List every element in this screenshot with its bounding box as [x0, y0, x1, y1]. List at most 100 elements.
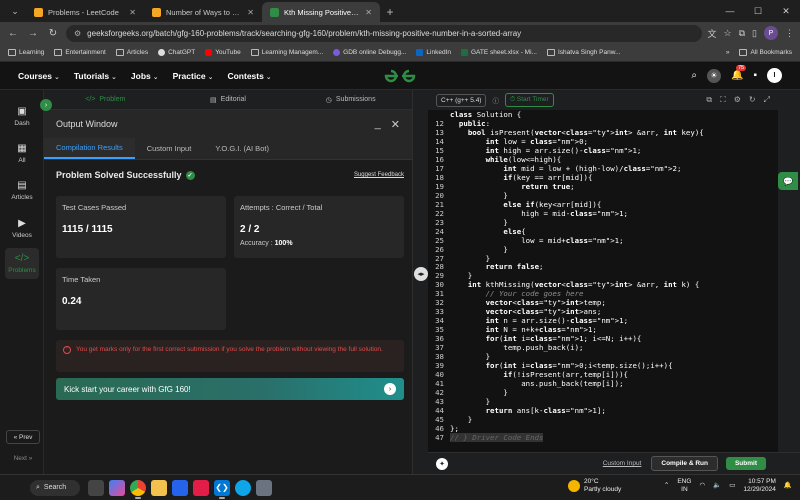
tab-problem[interactable]: </> Problem — [44, 96, 167, 103]
code-line[interactable]: return false; — [450, 262, 776, 271]
bookmark-chatgpt[interactable]: ChatGPT — [158, 49, 195, 56]
battery-icon[interactable]: ▭ — [729, 482, 735, 490]
nav-practice[interactable]: Practice — [173, 71, 214, 81]
gfg160-promo-banner[interactable]: Kick start your career with GfG 160! › — [56, 378, 404, 400]
extensions-icon[interactable]: ⧉ — [739, 28, 745, 39]
expand-panel-icon[interactable]: › — [40, 99, 52, 111]
url-input[interactable]: ⚙ geeksforgeeks.org/batch/gfg-160-proble… — [66, 24, 702, 42]
close-tab-icon[interactable]: ✕ — [129, 8, 136, 17]
profile-avatar[interactable]: P — [764, 26, 778, 40]
sidebar-item-videos[interactable]: ▶ Videos — [0, 218, 44, 239]
code-line[interactable]: } — [450, 415, 776, 424]
sidebar-item-articles[interactable]: ▤ Articles — [0, 180, 44, 201]
weather-widget[interactable]: 20°C Partly cloudy — [568, 478, 621, 494]
code-editor[interactable]: 12 13 14 15 16 17 18 19 20 21 22 23 24 25 26 27 28 29 30 31… — [428, 110, 778, 452]
maximize-window-icon[interactable]: ☐ — [744, 0, 772, 22]
user-avatar[interactable]: I — [767, 68, 782, 83]
tab-submissions[interactable]: ◷ Submissions — [289, 96, 412, 104]
code-line[interactable]: int mid = low + (high-low)/class="nm">2; — [450, 164, 776, 173]
code-line[interactable]: vector<class="ty">int>ans; — [450, 307, 776, 316]
nav-courses[interactable]: Courses — [18, 71, 60, 81]
browser-tab-number-of-ways[interactable]: Number of Ways to Form a Targ ✕ — [144, 2, 262, 22]
vscode-icon[interactable]: ❮❯ — [214, 479, 230, 499]
copy-icon[interactable]: ⧉ — [706, 95, 712, 105]
code-line[interactable]: return true; — [450, 182, 776, 191]
code-lines[interactable]: class Solution { public: bool isPresent(… — [450, 110, 776, 442]
code-line[interactable]: return ans[k-class="nm">1]; — [450, 406, 776, 415]
mail-icon[interactable] — [193, 479, 209, 496]
tab-yogi-ai-bot[interactable]: Y.O.G.I. (AI Bot) — [203, 138, 281, 159]
nav-contests[interactable]: Contests — [227, 71, 271, 81]
code-line[interactable]: int kthMissing(vector<class="ty">int> &a… — [450, 280, 776, 289]
code-line[interactable]: low = mid+class="nm">1; — [450, 236, 776, 245]
taskbar-search[interactable]: ⌕ Search — [30, 479, 80, 496]
bookmark-star-icon[interactable]: ☆ — [724, 28, 732, 39]
search-icon[interactable]: ⌕ — [691, 70, 697, 81]
nav-tutorials[interactable]: Tutorials — [74, 71, 117, 81]
code-line[interactable]: } — [450, 271, 776, 280]
code-line[interactable]: } — [450, 191, 776, 200]
next-button[interactable]: Next » — [6, 451, 40, 465]
bookmark-ishatva[interactable]: Ishatva Singh Panw... — [546, 49, 620, 56]
tab-custom-input[interactable]: Custom Input — [135, 138, 204, 159]
code-line[interactable]: bool isPresent(vector<class="ty">int> &a… — [450, 128, 776, 137]
arrow-right-icon[interactable]: › — [384, 383, 396, 395]
theme-toggle-icon[interactable]: ☀ — [707, 68, 721, 83]
submit-button[interactable]: Submit — [725, 457, 766, 470]
info-icon[interactable]: ⓘ — [492, 95, 499, 105]
bookmark-learning[interactable]: Learning — [8, 49, 44, 56]
bookmark-articles[interactable]: Articles — [115, 49, 148, 56]
language-indicator[interactable]: ENG IN — [677, 478, 691, 494]
bookmark-gate-sheet[interactable]: GATE sheet.xlsx - Mi... — [460, 49, 537, 56]
code-line[interactable]: } — [450, 218, 776, 227]
clock[interactable]: 10:57 PM 12/29/2024 — [743, 478, 776, 494]
tab-editorial[interactable]: ▤ Editorial — [167, 96, 290, 104]
bookmark-lms[interactable]: Learning Managem... — [250, 49, 323, 56]
tab-search-icon[interactable]: ⌄ — [4, 0, 26, 22]
back-icon[interactable]: ← — [6, 28, 20, 39]
start-timer-button[interactable]: ⏱ Start Timer — [504, 93, 554, 107]
translate-icon[interactable]: 文 — [708, 27, 717, 40]
settings-icon[interactable]: ⚙ — [734, 95, 741, 105]
code-line[interactable]: int N = n+k+class="nm">1; — [450, 325, 776, 334]
code-line[interactable]: vector<class="ty">int>temp; — [450, 298, 776, 307]
code-line[interactable]: // } Driver Code Ends — [450, 432, 776, 442]
reload-icon[interactable]: ↻ — [46, 28, 60, 39]
sidebar-item-dash[interactable]: ▣ Dash — [0, 106, 44, 127]
close-tab-icon[interactable]: ✕ — [247, 8, 254, 17]
code-line[interactable]: for(int i=class="nm">1; i<=N; i++){ — [450, 334, 776, 343]
tray-overflow-icon[interactable]: ⌃ — [664, 482, 669, 490]
code-line[interactable]: }; — [450, 424, 776, 433]
sidepanel-icon[interactable]: ▯ — [752, 28, 757, 39]
chrome-icon[interactable] — [130, 479, 146, 499]
resize-handle-icon[interactable]: ◂▸ — [414, 267, 428, 281]
more-bookmarks-button[interactable]: » — [726, 49, 730, 56]
lightbulb-hint-icon[interactable]: ✦ — [436, 457, 448, 470]
code-line[interactable]: int high = arr.size()-class="nm">1; — [450, 146, 776, 155]
code-line[interactable]: } — [450, 388, 776, 397]
code-line[interactable]: else{ — [450, 227, 776, 236]
bookmark-linkedin[interactable]: LinkedIn — [416, 49, 451, 56]
bookmark-youtube[interactable]: YouTube — [205, 49, 241, 56]
code-line[interactable]: for(int i=class="nm">0;i<temp.size();i++… — [450, 361, 776, 370]
new-tab-button[interactable]: + — [380, 2, 400, 22]
minimize-window-icon[interactable]: — — [716, 0, 744, 22]
custom-input-link[interactable]: Custom Input — [603, 460, 642, 467]
code-line[interactable]: temp.push_back(i); — [450, 343, 776, 352]
code-line[interactable]: } — [450, 245, 776, 254]
reset-icon[interactable]: ↻ — [749, 95, 756, 105]
code-line[interactable]: int n = arr.size()-class="nm">1; — [450, 316, 776, 325]
app-icon[interactable] — [256, 479, 272, 496]
all-bookmarks-button[interactable]: All Bookmarks — [739, 49, 792, 56]
copilot-icon[interactable] — [109, 479, 125, 496]
suggest-feedback-link[interactable]: Suggest Feedback — [354, 172, 404, 178]
close-window-icon[interactable]: ✕ — [772, 0, 800, 22]
code-line[interactable]: class Solution { — [450, 110, 776, 119]
file-explorer-icon[interactable] — [151, 479, 167, 496]
task-view-icon[interactable] — [88, 479, 104, 496]
minimize-icon[interactable]: _ — [375, 118, 381, 131]
code-line[interactable]: } — [450, 397, 776, 406]
code-line[interactable]: if(!isPresent(arr,temp[i])){ — [450, 370, 776, 379]
code-line[interactable]: int low = class="nm">0; — [450, 137, 776, 146]
browser-tab-kth-missing[interactable]: Kth Missing Positive Number in ✕ — [262, 2, 380, 22]
